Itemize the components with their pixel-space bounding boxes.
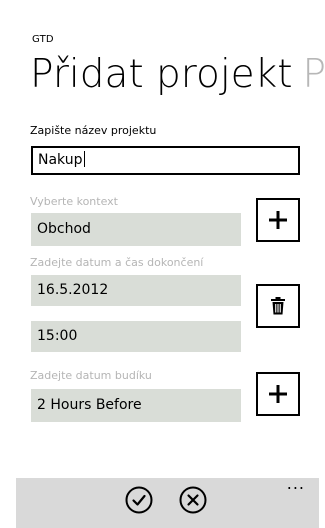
deadline-time-value: 15:00 <box>37 328 78 344</box>
add-alarm-button[interactable] <box>256 372 300 416</box>
text-caret <box>83 151 85 167</box>
project-name-input[interactable]: Nakup <box>31 146 300 175</box>
alarm-label: Zadejte datum budíku <box>30 369 152 382</box>
add-project-page: GTD Přidat projekt P Zapište název projek… <box>0 0 325 528</box>
context-picker[interactable]: Obchod <box>31 213 241 246</box>
app-title: GTD <box>32 34 54 45</box>
application-bar: ... <box>16 474 319 528</box>
clear-deadline-button[interactable] <box>256 284 300 328</box>
context-value: Obchod <box>37 221 91 237</box>
alarm-picker[interactable]: 2 Hours Before <box>31 389 241 422</box>
confirm-button[interactable] <box>125 486 153 514</box>
cancel-button[interactable] <box>179 486 207 514</box>
plus-icon <box>269 211 287 229</box>
x-circle-icon <box>179 486 207 514</box>
page-title: Přidat projekt <box>30 52 293 97</box>
check-circle-icon <box>125 486 153 514</box>
alarm-value: 2 Hours Before <box>37 397 142 413</box>
deadline-date-value: 16.5.2012 <box>37 282 109 298</box>
plus-icon <box>269 385 287 403</box>
more-options-button[interactable]: ... <box>287 474 305 493</box>
next-pivot-title[interactable]: P <box>303 52 325 97</box>
project-name-value: Nakup <box>38 152 83 168</box>
deadline-label: Zadejte datum a čas dokončení <box>30 256 204 269</box>
context-label: Vyberte kontext <box>30 195 118 208</box>
trash-icon <box>271 297 285 315</box>
pivot-header: Přidat projekt P <box>30 50 325 100</box>
project-name-label: Zapište název projektu <box>30 124 157 137</box>
add-context-button[interactable] <box>256 198 300 242</box>
deadline-time-picker[interactable]: 15:00 <box>31 321 241 352</box>
deadline-date-picker[interactable]: 16.5.2012 <box>31 275 241 306</box>
